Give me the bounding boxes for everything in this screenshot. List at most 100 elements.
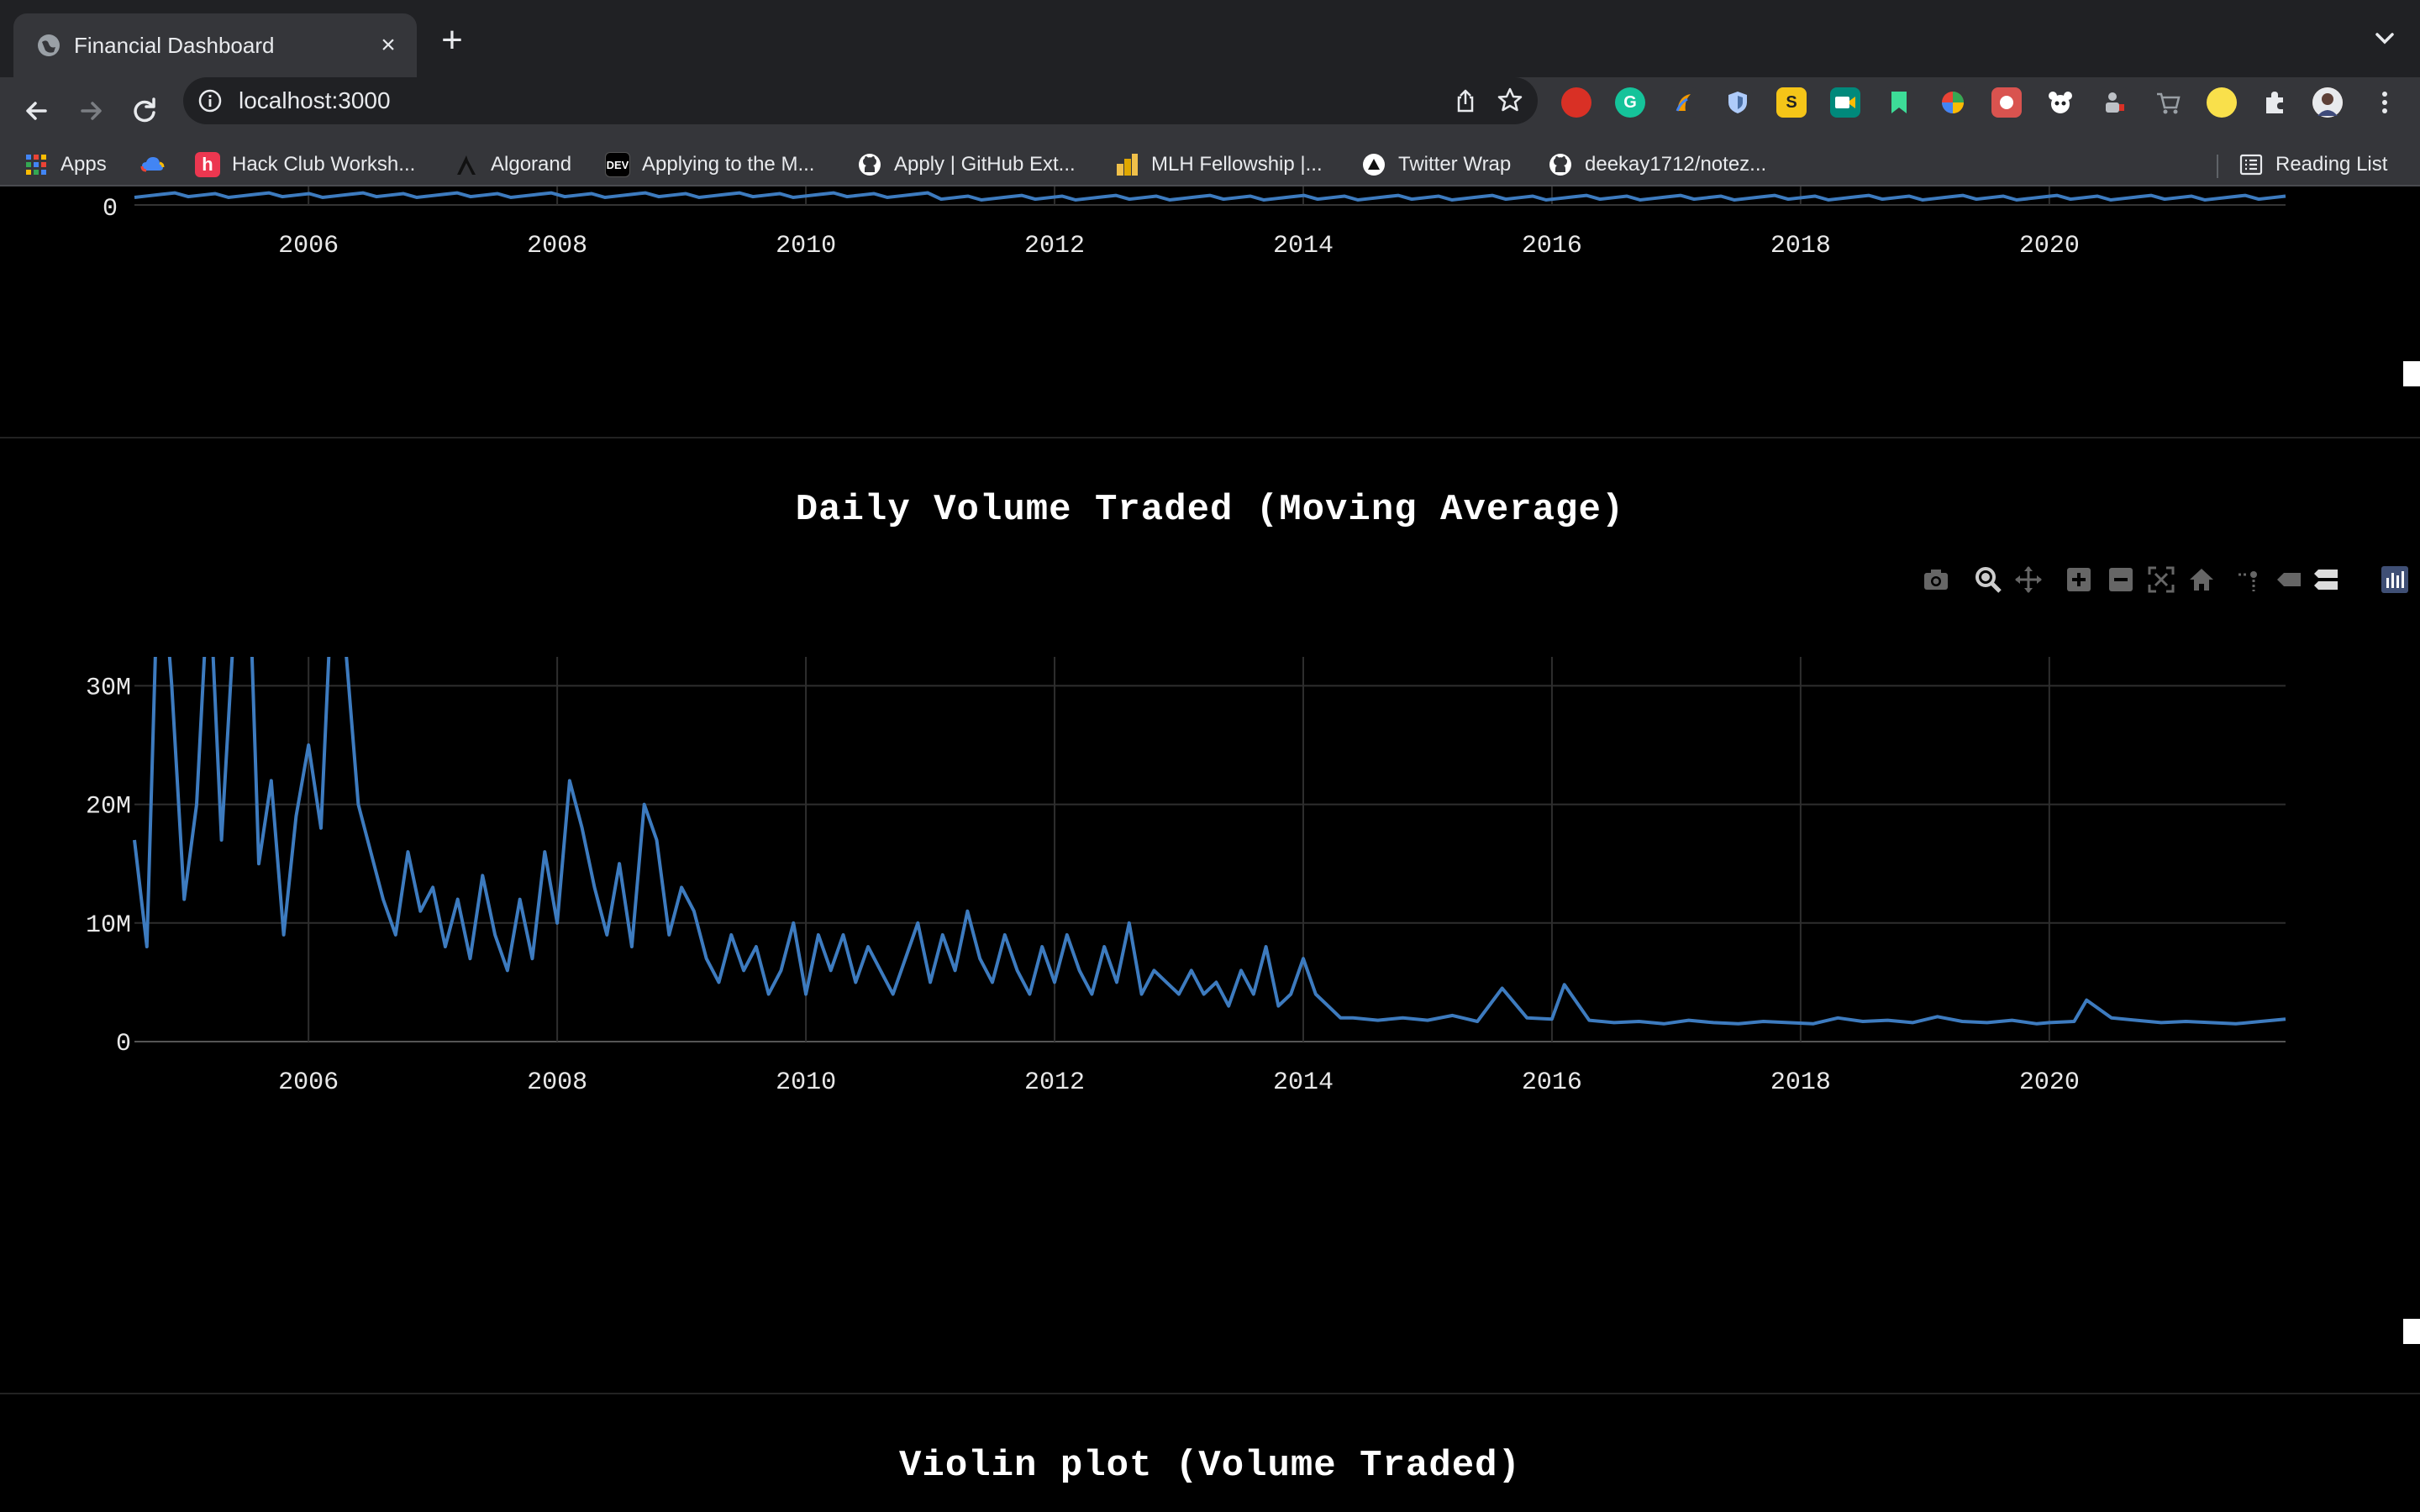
forward-arrow-icon[interactable] [72,92,109,129]
bookmark-extension-icon[interactable] [1884,87,1914,118]
volume-series-line [133,657,2286,1026]
reading-list-label: Reading List [2275,153,2388,176]
bookmark-label: deekay1712/notez... [1585,153,1767,176]
hover-compare-icon[interactable] [2311,564,2341,595]
bookmark-label: Twitter Wrap [1398,153,1512,176]
bookmark-label: Apps [60,153,107,176]
cart-extension-icon[interactable] [2153,87,2183,118]
person-extension-icon[interactable] [2099,87,2129,118]
top-chart-series-line [134,191,2286,202]
meet-extension-icon[interactable] [1830,87,1860,118]
resize-handle[interactable] [2403,361,2420,386]
new-tab-button[interactable]: + [435,22,469,59]
adblock-extension-icon[interactable] [1561,87,1591,118]
zoom-icon[interactable] [1973,564,2003,595]
camera-icon[interactable] [1921,564,1951,595]
tab-financial-dashboard[interactable]: Financial Dashboard × [13,13,417,77]
x-tick-label: 2014 [1273,1068,1334,1097]
coin-extension-icon[interactable] [2207,87,2237,118]
tab-strip: Financial Dashboard × + [0,0,2420,77]
bookmark-dev[interactable]: DEV Applying to the M... [605,144,814,185]
globe-icon [38,34,60,56]
close-tab-icon[interactable]: × [375,32,402,59]
dev-icon: DEV [605,152,630,177]
bookmark-star-icon[interactable] [1496,86,1524,114]
bookmark-google-cloud[interactable] [139,144,176,185]
y-tick-label: 20M [86,793,131,822]
bookmark-label: MLH Fellowship |... [1151,153,1323,176]
zoom-out-icon[interactable] [2106,564,2136,595]
autoscale-icon[interactable] [2146,564,2176,595]
volume-chart: 010M20M30M40M50M 20062008201020122014201… [86,657,2286,1097]
hover-closest-icon[interactable] [2274,564,2304,595]
twitter-wrap-icon [1363,154,1385,176]
colorpick-extension-icon[interactable] [1938,87,1968,118]
bookmarks-bar: Apps h Hack Club Worksh... Algorand DEV … [0,144,2420,186]
algorand-icon [457,155,476,175]
bookmark-label: Applying to the M... [642,153,815,176]
bookmark-label: Apply | GitHub Ext... [894,153,1076,176]
apps-grid-icon [26,155,46,175]
record-extension-icon[interactable] [1991,87,2022,118]
zoom-in-icon[interactable] [2064,564,2094,595]
top-x-tick-label: 2018 [1770,232,1831,260]
puzzle-extensions-icon[interactable] [2260,87,2291,118]
reading-list-button[interactable]: Reading List [2238,144,2387,185]
bookmarks-separator [2217,155,2218,178]
bookmark-label: Algorand [491,153,572,176]
arc-extension-icon[interactable] [1669,87,1699,118]
shield-extension-icon[interactable] [1723,87,1753,118]
resize-handle[interactable] [2403,1319,2420,1344]
section-title-volume: Daily Volume Traded (Moving Average) [795,489,1625,531]
url-text[interactable]: localhost:3000 [239,86,391,116]
y-tick-label: 0 [116,1030,131,1058]
more-menu-icon[interactable] [2370,87,2400,118]
grammarly-extension-icon[interactable]: G [1615,87,1645,118]
x-tick-label: 2018 [1770,1068,1831,1097]
plotly-logo-icon[interactable] [2380,564,2410,595]
home-icon[interactable] [2186,564,2217,595]
google-cloud-icon [140,157,165,172]
pan-icon[interactable] [2013,564,2044,595]
x-tick-label: 2008 [527,1068,587,1097]
address-bar[interactable]: localhost:3000 [183,77,1538,124]
chevron-down-icon[interactable] [2370,24,2400,54]
top-x-tick-label: 2014 [1273,232,1334,260]
info-icon[interactable] [197,87,224,114]
section-divider [0,1393,2420,1394]
mlh-icon [1117,154,1138,176]
back-arrow-icon[interactable] [18,92,55,129]
y-tick-label: 10M [86,911,131,940]
dashboard-content: 0 2006 2008 2010 2012 2014 2016 2018 2020 Daily… [0,186,2420,1512]
x-tick-label: 2020 [2019,1068,2080,1097]
spike-lines-icon[interactable] [2235,564,2265,595]
bookmark-mlh[interactable]: MLH Fellowship |... [1114,144,1323,185]
bookmark-twitter-wrap[interactable]: Twitter Wrap [1361,144,1511,185]
top-x-tick-label: 2016 [1522,232,1582,260]
top-x-tick-label: 2020 [2019,232,2080,260]
bookmark-github-ext[interactable]: Apply | GitHub Ext... [857,144,1076,185]
bookmark-apps[interactable]: Apps [24,144,107,185]
bookmark-hack-club[interactable]: h Hack Club Worksh... [195,144,415,185]
profile-avatar[interactable] [2312,87,2343,118]
top-x-tick-label: 2010 [776,232,836,260]
tab-title: Financial Dashboard [74,33,275,58]
scribe-extension-icon[interactable]: S [1776,87,1807,118]
github-icon [1549,154,1571,176]
top-x-tick-label: 2008 [527,232,587,260]
x-tick-label: 2010 [776,1068,836,1097]
hackclub-icon: h [195,152,220,177]
top-x-tick-label: 2012 [1024,232,1085,260]
top-chart-partial: 0 2006 2008 2010 2012 2014 2016 2018 2020 [103,186,2286,260]
panda-extension-icon[interactable] [2045,87,2075,118]
bookmark-algorand[interactable]: Algorand [454,144,571,185]
x-tick-label: 2016 [1522,1068,1582,1097]
bookmark-notez[interactable]: deekay1712/notez... [1548,144,1766,185]
x-tick-label: 2006 [278,1068,339,1097]
reload-icon[interactable] [126,92,163,129]
bookmark-label: Hack Club Worksh... [232,153,416,176]
top-chart-y-tick: 0 [103,195,118,223]
section-title-violin: Violin plot (Volume Traded) [899,1445,1521,1487]
section-divider [0,437,2420,438]
share-icon[interactable] [1452,87,1479,114]
